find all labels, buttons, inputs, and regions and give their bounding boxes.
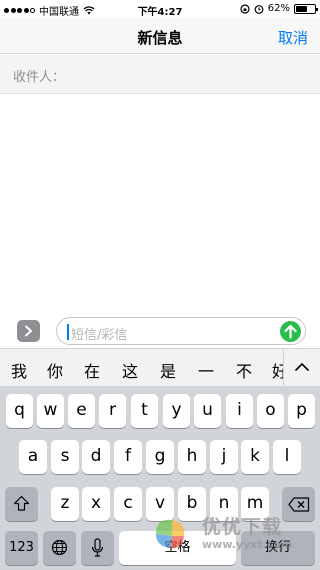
candidate-word[interactable]: 不 [236,358,252,382]
key-f[interactable]: f [114,440,142,474]
candidate-word[interactable]: 是 [160,358,176,382]
key-z[interactable]: z [51,487,79,521]
alarm-icon [254,4,264,14]
key-q[interactable]: q [6,394,33,428]
text-cursor [67,324,69,340]
status-right: 62% [240,3,318,14]
chevron-right-icon [25,325,32,337]
key-a[interactable]: a [19,440,47,474]
battery-icon [294,3,318,14]
key-i[interactable]: i [226,394,253,428]
key-c[interactable]: c [114,487,142,521]
compose-bar: 短信/彩信 [0,315,320,347]
key-j[interactable]: j [210,440,238,474]
rotation-lock-icon [240,3,250,14]
globe-key[interactable] [43,531,76,565]
key-y[interactable]: y [163,394,190,428]
status-bar: 中国联通 下午4:27 62% [0,0,320,18]
candidate-bar: 我 你 在 这 是 一 不 好 [0,348,320,387]
candidate-word[interactable]: 我 [11,358,27,382]
watermark-text: 优优下载 [202,516,283,538]
candidate-word[interactable]: 在 [84,358,100,382]
page-title: 新信息 [137,29,183,47]
dictation-key[interactable] [81,531,114,565]
key-w[interactable]: w [37,394,64,428]
cancel-button[interactable]: 取消 [278,27,308,48]
conversation-area [0,95,320,315]
numbers-key[interactable]: 123 [5,531,38,565]
candidate-word[interactable]: 这 [122,358,138,382]
expand-candidates-button[interactable] [284,349,320,387]
shift-key[interactable] [5,487,38,521]
arrow-up-icon [284,324,297,339]
shift-icon [13,495,30,511]
key-e[interactable]: e [68,394,95,428]
message-input[interactable]: 短信/彩信 [56,317,306,345]
key-x[interactable]: x [82,487,110,521]
message-placeholder: 短信/彩信 [71,328,128,343]
key-g[interactable]: g [146,440,174,474]
recipient-field[interactable]: 收件人： [0,55,320,94]
watermark: 优优下载 www.yyxt.com [148,510,318,566]
battery-percent: 62% [267,3,290,14]
watermark-url: www.yyxt.com [202,538,293,551]
watermark-logo-icon [156,519,185,549]
key-l[interactable]: l [273,440,301,474]
key-k[interactable]: k [241,440,269,474]
key-t[interactable]: t [131,394,158,428]
apps-button[interactable] [17,320,40,342]
candidate-word[interactable]: 你 [47,358,63,382]
navigation-bar: 新信息 取消 [0,18,320,54]
recipient-label: 收件人： [13,70,66,85]
key-h[interactable]: h [178,440,206,474]
key-p[interactable]: p [288,394,315,428]
microphone-icon [91,538,104,557]
key-s[interactable]: s [51,440,79,474]
candidate-word[interactable]: 一 [198,358,214,382]
chevron-up-icon [295,362,309,371]
send-button[interactable] [280,321,301,342]
key-o[interactable]: o [257,394,284,428]
key-r[interactable]: r [99,394,126,428]
key-d[interactable]: d [82,440,110,474]
globe-icon [51,539,68,556]
key-u[interactable]: u [194,394,221,428]
